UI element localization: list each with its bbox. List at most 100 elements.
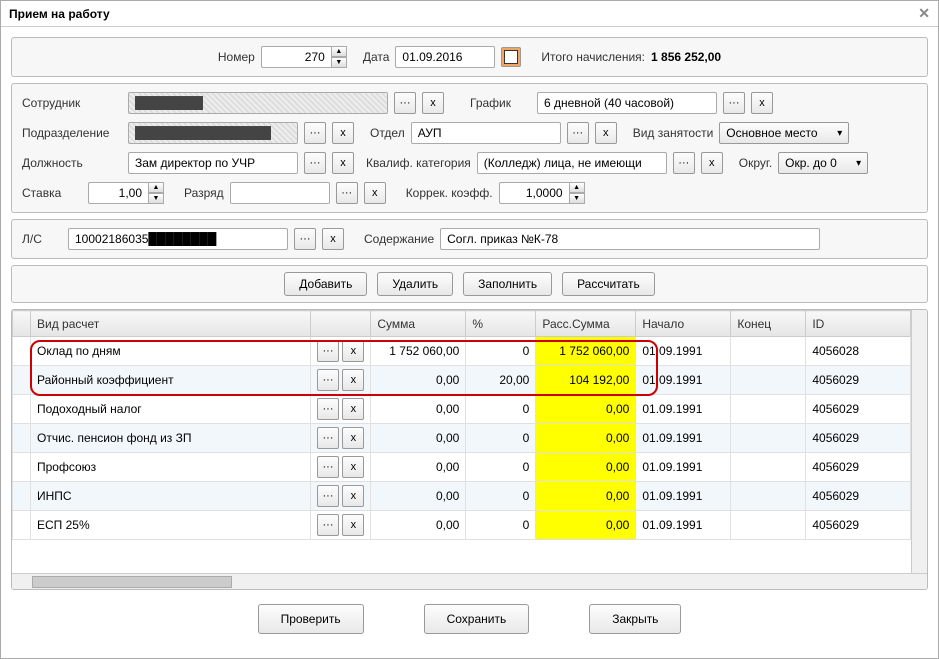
row-lookup-button[interactable]: ··· [317, 485, 339, 507]
row-lookup-button[interactable]: ··· [317, 398, 339, 420]
close-icon[interactable]: ✕ [918, 5, 930, 22]
position-clear-button[interactable]: x [332, 152, 354, 174]
spin-down-icon[interactable]: ▼ [148, 193, 164, 204]
calc-cell[interactable]: 0,00 [536, 511, 636, 540]
row-clear-button[interactable]: x [342, 398, 364, 420]
otdel-clear-button[interactable]: x [595, 122, 617, 144]
date-input[interactable] [395, 46, 495, 68]
schedule-lookup-button[interactable]: ··· [723, 92, 745, 114]
row-lookup-button[interactable]: ··· [317, 456, 339, 478]
rank-lookup-button[interactable]: ··· [336, 182, 358, 204]
table-row[interactable]: Профсоюз··· x0,0000,0001.09.19914056029 [13, 453, 911, 482]
row-lookup-button[interactable]: ··· [317, 427, 339, 449]
start-cell[interactable]: 01.09.1991 [636, 337, 731, 366]
table-row[interactable]: Отчис. пенсион фонд из ЗП··· x0,0000,000… [13, 424, 911, 453]
calc-cell[interactable]: 0,00 [536, 424, 636, 453]
pct-cell[interactable]: 0 [466, 424, 536, 453]
round-select[interactable]: Окр. до 0 [778, 152, 868, 174]
name-cell[interactable]: Отчис. пенсион фонд из ЗП [31, 424, 311, 453]
row-clear-button[interactable]: x [342, 514, 364, 536]
employment-select[interactable]: Основное место [719, 122, 849, 144]
start-cell[interactable]: 01.09.1991 [636, 395, 731, 424]
account-clear-button[interactable]: x [322, 228, 344, 250]
col-sum[interactable]: Сумма [371, 311, 466, 337]
rate-input[interactable] [88, 182, 148, 204]
qualif-input[interactable] [477, 152, 667, 174]
start-cell[interactable]: 01.09.1991 [636, 424, 731, 453]
row-lookup-button[interactable]: ··· [317, 514, 339, 536]
rank-input[interactable] [230, 182, 330, 204]
end-cell[interactable] [731, 482, 806, 511]
pct-cell[interactable]: 0 [466, 453, 536, 482]
position-lookup-button[interactable]: ··· [304, 152, 326, 174]
number-input[interactable] [261, 46, 331, 68]
otdel-lookup-button[interactable]: ··· [567, 122, 589, 144]
col-name[interactable]: Вид расчет [31, 311, 311, 337]
sum-cell[interactable]: 0,00 [371, 366, 466, 395]
name-cell[interactable]: Подоходный налог [31, 395, 311, 424]
start-cell[interactable]: 01.09.1991 [636, 511, 731, 540]
sum-cell[interactable]: 1 752 060,00 [371, 337, 466, 366]
name-cell[interactable]: Районный коэффициент [31, 366, 311, 395]
expand-cell[interactable] [13, 337, 31, 366]
schedule-clear-button[interactable]: x [751, 92, 773, 114]
end-cell[interactable] [731, 424, 806, 453]
calendar-icon[interactable] [501, 47, 521, 67]
save-button[interactable]: Сохранить [424, 604, 530, 634]
rank-clear-button[interactable]: x [364, 182, 386, 204]
col-calc[interactable]: Расс.Сумма [536, 311, 636, 337]
account-input[interactable] [68, 228, 288, 250]
qualif-clear-button[interactable]: x [701, 152, 723, 174]
pct-cell[interactable]: 20,00 [466, 366, 536, 395]
coeff-input[interactable] [499, 182, 569, 204]
expand-cell[interactable] [13, 424, 31, 453]
sum-cell[interactable]: 0,00 [371, 424, 466, 453]
sum-cell[interactable]: 0,00 [371, 482, 466, 511]
row-clear-button[interactable]: x [342, 427, 364, 449]
expand-cell[interactable] [13, 453, 31, 482]
spin-up-icon[interactable]: ▲ [331, 46, 347, 57]
fill-button[interactable]: Заполнить [463, 272, 552, 296]
calc-cell[interactable]: 1 752 060,00 [536, 337, 636, 366]
employee-lookup-button[interactable]: ··· [394, 92, 416, 114]
employee-input[interactable] [128, 92, 388, 114]
calc-cell[interactable]: 104 192,00 [536, 366, 636, 395]
col-end[interactable]: Конец [731, 311, 806, 337]
start-cell[interactable]: 01.09.1991 [636, 482, 731, 511]
col-id[interactable]: ID [806, 311, 911, 337]
table-row[interactable]: ИНПС··· x0,0000,0001.09.19914056029 [13, 482, 911, 511]
col-pct[interactable]: % [466, 311, 536, 337]
name-cell[interactable]: Профсоюз [31, 453, 311, 482]
check-button[interactable]: Проверить [258, 604, 364, 634]
coeff-spinner[interactable]: ▲▼ [499, 182, 585, 204]
pct-cell[interactable]: 0 [466, 337, 536, 366]
desc-input[interactable] [440, 228, 820, 250]
row-clear-button[interactable]: x [342, 456, 364, 478]
employee-clear-button[interactable]: x [422, 92, 444, 114]
spin-down-icon[interactable]: ▼ [569, 193, 585, 204]
sum-cell[interactable]: 0,00 [371, 511, 466, 540]
col-start[interactable]: Начало [636, 311, 731, 337]
name-cell[interactable]: Оклад по дням [31, 337, 311, 366]
end-cell[interactable] [731, 453, 806, 482]
row-lookup-button[interactable]: ··· [317, 340, 339, 362]
end-cell[interactable] [731, 395, 806, 424]
sum-cell[interactable]: 0,00 [371, 395, 466, 424]
table-row[interactable]: ЕСП 25%··· x0,0000,0001.09.19914056029 [13, 511, 911, 540]
end-cell[interactable] [731, 511, 806, 540]
name-cell[interactable]: ЕСП 25% [31, 511, 311, 540]
start-cell[interactable]: 01.09.1991 [636, 366, 731, 395]
expand-cell[interactable] [13, 366, 31, 395]
spin-down-icon[interactable]: ▼ [331, 57, 347, 68]
table-row[interactable]: Районный коэффициент··· x0,0020,00104 19… [13, 366, 911, 395]
calc-cell[interactable]: 0,00 [536, 482, 636, 511]
pct-cell[interactable]: 0 [466, 482, 536, 511]
dept-lookup-button[interactable]: ··· [304, 122, 326, 144]
qualif-lookup-button[interactable]: ··· [673, 152, 695, 174]
sum-cell[interactable]: 0,00 [371, 453, 466, 482]
expand-cell[interactable] [13, 482, 31, 511]
calc-cell[interactable]: 0,00 [536, 453, 636, 482]
end-cell[interactable] [731, 366, 806, 395]
row-clear-button[interactable]: x [342, 485, 364, 507]
row-lookup-button[interactable]: ··· [317, 369, 339, 391]
